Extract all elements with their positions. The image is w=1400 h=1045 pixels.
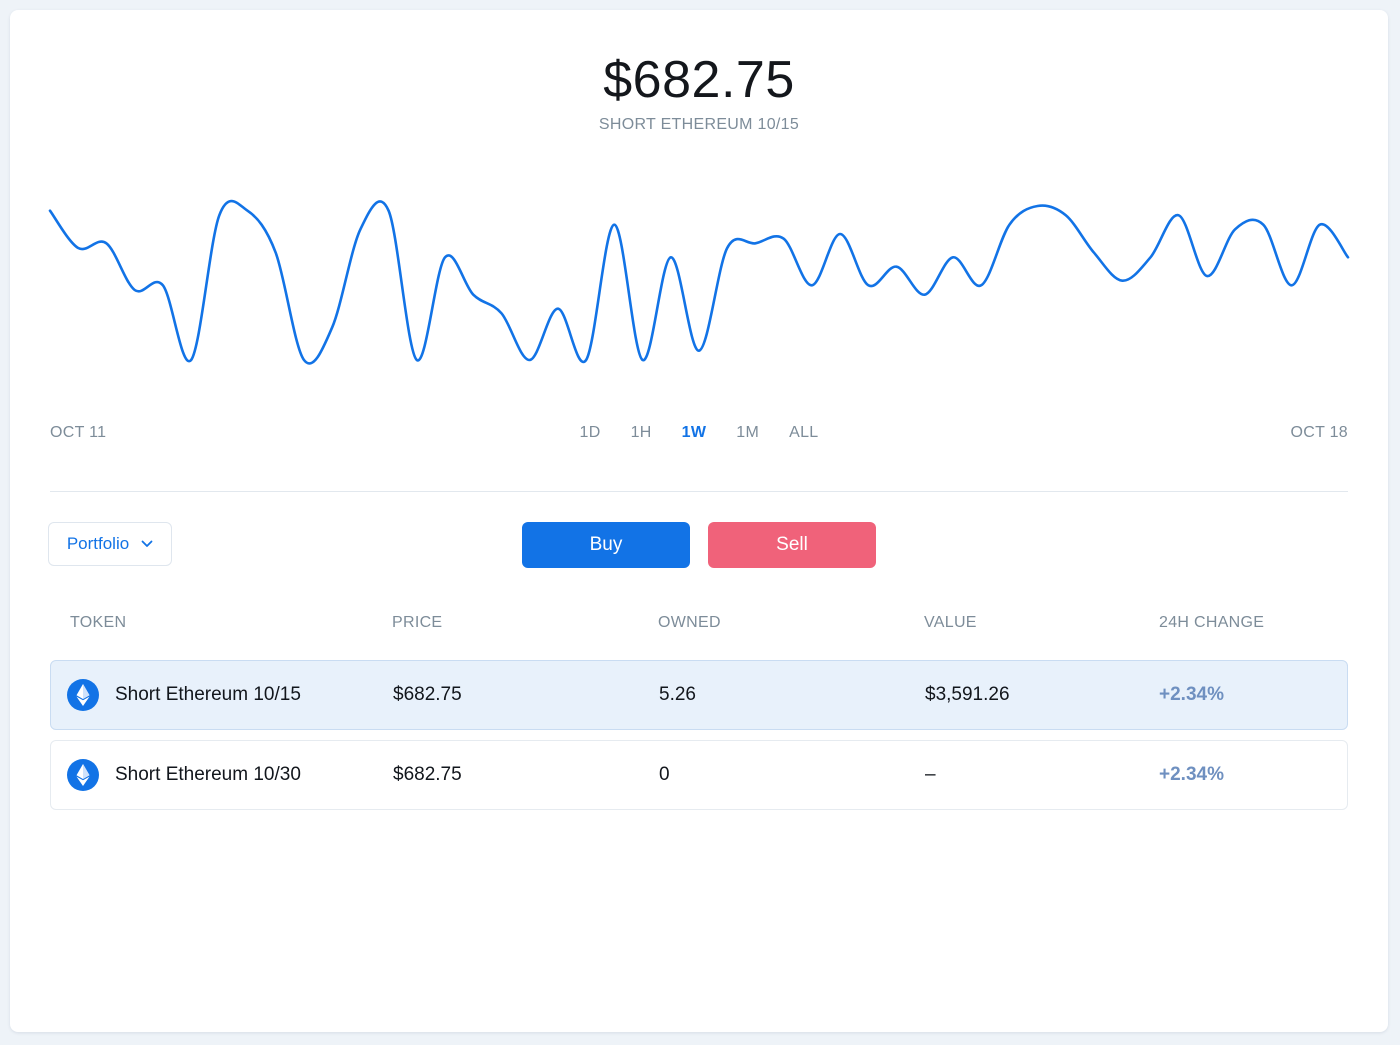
price-line xyxy=(48,199,1350,365)
value-cell: – xyxy=(925,764,936,785)
x-axis-end-label: OCT 18 xyxy=(1290,424,1348,441)
token-cell: Short Ethereum 10/30 xyxy=(67,741,301,809)
value-cell: $3,591.26 xyxy=(925,684,1010,705)
chevron-down-icon xyxy=(141,540,153,547)
buy-button[interactable]: Buy xyxy=(522,522,690,568)
change-cell: +2.34% xyxy=(1159,764,1224,785)
owned-cell: 5.26 xyxy=(659,684,696,705)
ethereum-icon xyxy=(67,759,99,791)
divider xyxy=(50,491,1348,492)
column-header-owned[interactable]: OWNED xyxy=(658,614,721,632)
token-name: Short Ethereum 10/15 xyxy=(115,684,301,705)
range-1d[interactable]: 1D xyxy=(565,424,616,442)
table-row[interactable]: Short Ethereum 10/30 $682.75 0 – +2.34% xyxy=(50,740,1348,810)
token-cell: Short Ethereum 10/15 xyxy=(67,661,301,729)
price-chart xyxy=(48,199,1350,365)
range-all[interactable]: ALL xyxy=(774,424,833,442)
price-cell: $682.75 xyxy=(393,684,462,705)
owned-cell: 0 xyxy=(659,764,670,785)
column-header-24h-change[interactable]: 24H CHANGE xyxy=(1159,614,1264,632)
sell-button[interactable]: Sell xyxy=(708,522,876,568)
portfolio-dropdown[interactable]: Portfolio xyxy=(48,522,172,566)
range-1h[interactable]: 1H xyxy=(616,424,667,442)
range-1m[interactable]: 1M xyxy=(721,424,774,442)
column-header-value[interactable]: VALUE xyxy=(924,614,977,632)
ethereum-icon xyxy=(67,679,99,711)
main-card: $682.75 SHORT ETHEREUM 10/15 OCT 11 1D 1… xyxy=(10,10,1388,1032)
token-name: Short Ethereum 10/30 xyxy=(115,764,301,785)
price-cell: $682.75 xyxy=(393,764,462,785)
table-row[interactable]: Short Ethereum 10/15 $682.75 5.26 $3,591… xyxy=(50,660,1348,730)
column-header-price[interactable]: PRICE xyxy=(392,614,442,632)
column-header-token[interactable]: TOKEN xyxy=(70,614,126,632)
range-1w[interactable]: 1W xyxy=(667,424,722,442)
time-range-selector: 1D 1H 1W 1M ALL xyxy=(10,424,1388,442)
portfolio-label: Portfolio xyxy=(66,534,130,553)
change-cell: +2.34% xyxy=(1159,684,1224,705)
